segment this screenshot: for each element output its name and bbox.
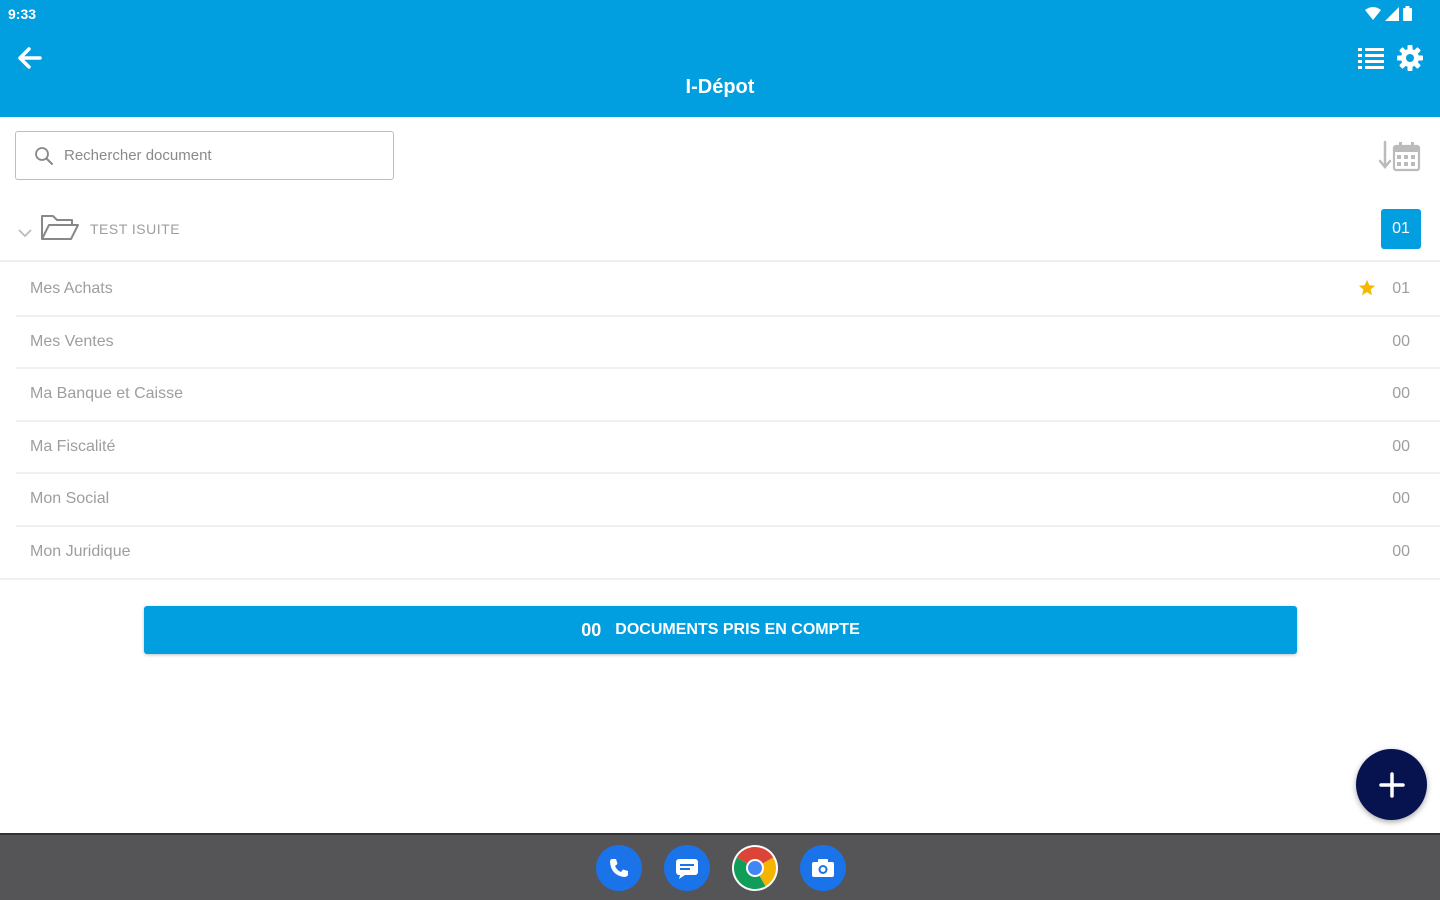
status-time: 9:33 [8, 6, 37, 22]
category-label: Mon Juridique [30, 542, 131, 560]
page-title: I-Dépot [685, 76, 755, 98]
category-count: 01 [1392, 280, 1410, 297]
chevron-down-icon[interactable] [16, 224, 34, 242]
wifi-icon [1365, 6, 1381, 20]
category-count: 00 [1392, 542, 1410, 560]
sort-calendar-icon [1379, 140, 1421, 172]
category-label: Mes Ventes [30, 332, 114, 350]
category-count: 00 [1392, 332, 1410, 350]
phone-icon [610, 859, 628, 877]
settings-button[interactable] [1394, 42, 1426, 74]
category-count: 00 [1392, 437, 1410, 455]
search-field[interactable] [15, 131, 394, 180]
folder-open-icon [41, 215, 79, 240]
phone-app[interactable] [596, 845, 642, 891]
category-list: Mes Achats 01 Mes Ventes 00 Ma Banque et… [0, 264, 1440, 580]
category-label: Ma Banque et Caisse [30, 385, 183, 403]
add-document-button[interactable] [1356, 749, 1427, 820]
plus-icon [1378, 771, 1405, 798]
list-item[interactable]: Ma Fiscalité 00 [16, 422, 1440, 475]
list-icon [1358, 48, 1384, 69]
camera-icon [812, 859, 834, 877]
category-label: Ma Fiscalité [30, 437, 116, 455]
list-item[interactable]: Mes Ventes 00 [16, 317, 1440, 370]
list-item[interactable]: Ma Banque et Caisse 00 [16, 369, 1440, 422]
chrome-app[interactable] [732, 845, 778, 891]
category-count: 00 [1392, 490, 1410, 508]
camera-app[interactable] [800, 845, 846, 891]
back-button[interactable] [14, 42, 46, 74]
search-input[interactable] [64, 147, 364, 164]
system-navbar [0, 833, 1440, 900]
sort-by-date-button[interactable] [1378, 138, 1422, 174]
signal-icon [1385, 6, 1399, 21]
chrome-icon [733, 847, 777, 890]
documents-count: 00 [581, 619, 602, 640]
folder-count-badge: 01 [1381, 209, 1421, 249]
list-item[interactable]: Mon Social 00 [16, 474, 1440, 527]
category-label: Mes Achats [30, 280, 113, 297]
back-arrow-icon [18, 47, 42, 69]
app-dock [596, 845, 846, 891]
list-view-button[interactable] [1354, 42, 1388, 74]
gear-icon [1397, 45, 1423, 71]
star-icon [1358, 279, 1376, 296]
documents-label: DOCUMENTS PRIS EN COMPTE [615, 621, 860, 638]
app-bar: 9:33 I-Dépot [0, 0, 1440, 117]
documents-taken-into-account-button[interactable]: 00 DOCUMENTS PRIS EN COMPTE [144, 606, 1297, 654]
messages-icon [676, 859, 698, 879]
folder-name: TEST ISUITE [90, 221, 181, 237]
search-icon [35, 146, 53, 165]
folder-row[interactable]: TEST ISUITE 01 [0, 204, 1440, 262]
messages-app[interactable] [664, 845, 710, 891]
status-icons [1365, 6, 1412, 21]
list-item[interactable]: Mes Achats 01 [16, 264, 1440, 317]
category-count: 00 [1392, 385, 1410, 403]
list-item[interactable]: Mon Juridique 00 [0, 527, 1440, 580]
battery-icon [1403, 6, 1412, 21]
category-label: Mon Social [30, 490, 110, 508]
